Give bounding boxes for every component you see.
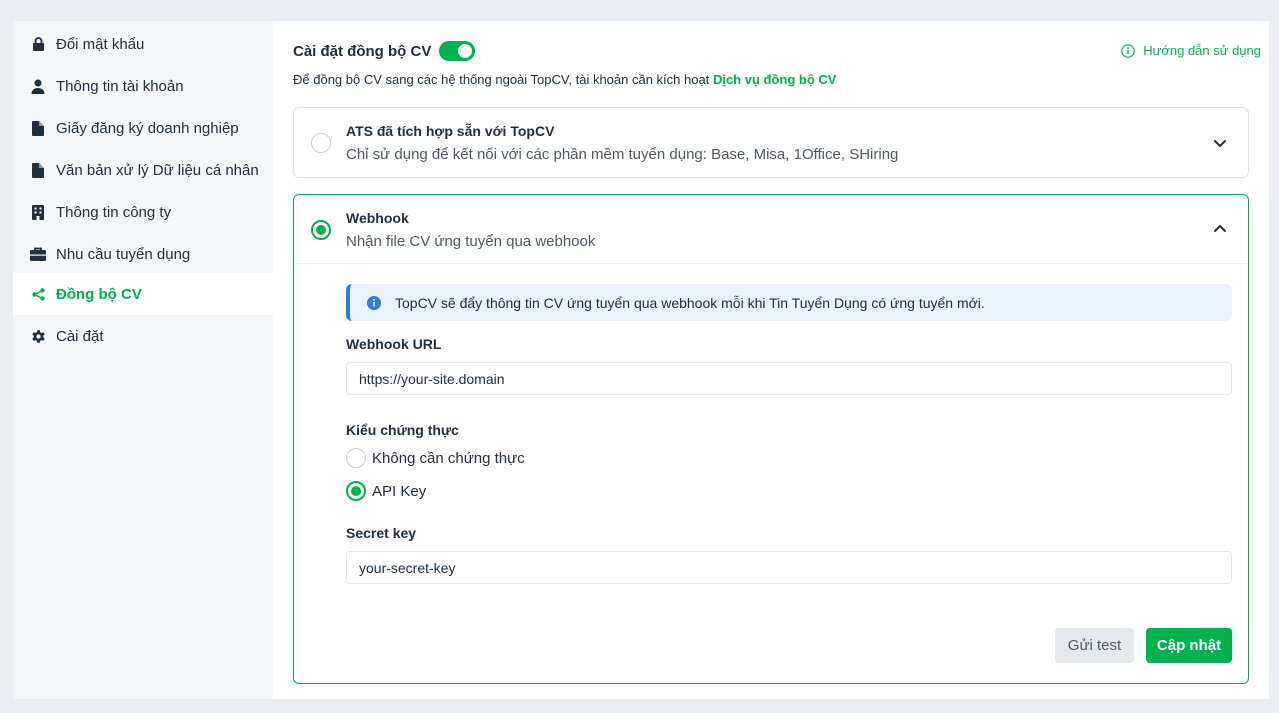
update-button[interactable]: Cập nhật: [1146, 628, 1232, 663]
guide-link-label: Hướng dẫn sử dụng: [1143, 43, 1261, 58]
share-icon: [30, 286, 46, 302]
sidebar-item-business-license[interactable]: Giấy đăng ký doanh nghiệp: [13, 107, 273, 149]
briefcase-icon: [30, 246, 46, 262]
info-icon: [367, 295, 381, 310]
auth-option-label: API Key: [372, 482, 427, 500]
auth-none-radio[interactable]: [346, 448, 366, 468]
auth-option-api-key[interactable]: API Key: [346, 481, 426, 501]
sidebar-item-recruitment-needs[interactable]: Nhu cầu tuyển dụng: [13, 233, 273, 275]
page-title-text: Cài đặt đồng bộ CV: [293, 42, 432, 60]
chevron-down-icon[interactable]: [1212, 135, 1228, 151]
webhook-option-card: Webhook Nhận file CV ứng tuyển qua webho…: [293, 194, 1249, 684]
guide-link[interactable]: Hướng dẫn sử dụng: [1121, 43, 1261, 58]
auth-api-key-radio[interactable]: [346, 481, 366, 501]
send-test-button[interactable]: Gửi test: [1055, 628, 1134, 663]
auth-option-none[interactable]: Không cần chứng thực: [346, 448, 525, 468]
ats-option-card[interactable]: ATS đã tích hợp sẵn với TopCV Chỉ sử dụn…: [293, 107, 1249, 178]
radio-dot: [316, 225, 326, 235]
main-panel: Cài đặt đồng bộ CV Hướng dẫn sử dụng Để …: [273, 21, 1269, 699]
file-icon: [30, 120, 46, 136]
sidebar-item-label: Văn bản xử lý Dữ liệu cá nhân: [56, 161, 259, 179]
ats-radio[interactable]: [311, 133, 331, 153]
sidebar-item-label: Giấy đăng ký doanh nghiệp: [56, 119, 239, 137]
user-icon: [30, 78, 46, 94]
lock-icon: [30, 36, 46, 52]
page-description: Để đồng bộ CV sang các hệ thống ngoài To…: [293, 72, 836, 87]
webhook-url-label: Webhook URL: [346, 336, 442, 352]
webhook-title: Webhook: [346, 210, 409, 226]
gear-icon: [30, 328, 46, 344]
webhook-url-input[interactable]: https://your-site.domain: [346, 362, 1232, 395]
info-alert-text: TopCV sẽ đẩy thông tin CV ứng tuyển qua …: [395, 294, 985, 311]
sidebar-item-label: Thông tin công ty: [56, 203, 172, 221]
secret-key-input[interactable]: your-secret-key: [346, 551, 1232, 584]
secret-key-label: Secret key: [346, 525, 417, 541]
webhook-radio[interactable]: [311, 220, 331, 240]
sidebar-item-label: Thông tin tài khoản: [56, 77, 184, 95]
ats-subtitle: Chỉ sử dụng để kết nối với các phần mềm …: [346, 146, 899, 163]
sidebar-item-label: Đổi mật khẩu: [56, 35, 145, 53]
radio-dot: [351, 486, 361, 496]
sidebar-item-cv-sync[interactable]: Đồng bộ CV: [13, 273, 273, 315]
info-circle-icon: [1121, 43, 1136, 58]
app-window: Đổi mật khẩu Thông tin tài khoản Giấy đă…: [13, 21, 1269, 699]
auth-option-label: Không cần chứng thực: [372, 449, 525, 467]
sidebar-item-label: Đồng bộ CV: [56, 285, 142, 303]
sidebar-item-settings[interactable]: Cài đặt: [13, 315, 273, 357]
page-description-text: Để đồng bộ CV sang các hệ thống ngoài To…: [293, 72, 710, 87]
sidebar: Đổi mật khẩu Thông tin tài khoản Giấy đă…: [13, 21, 273, 699]
page-title: Cài đặt đồng bộ CV: [293, 41, 476, 61]
sidebar-item-label: Nhu cầu tuyển dụng: [56, 245, 191, 263]
webhook-subtitle: Nhận file CV ứng tuyển qua webhook: [346, 233, 596, 250]
divider: [294, 263, 1248, 264]
sidebar-item-label: Cài đặt: [56, 327, 104, 345]
toggle-knob: [458, 44, 473, 58]
building-icon: [30, 204, 46, 220]
info-alert: TopCV sẽ đẩy thông tin CV ứng tuyển qua …: [346, 284, 1232, 321]
file-icon: [30, 162, 46, 178]
sidebar-item-company-info[interactable]: Thông tin công ty: [13, 191, 273, 233]
sync-toggle[interactable]: [439, 41, 476, 61]
sync-service-link[interactable]: Dịch vụ đồng bộ CV: [713, 72, 837, 87]
auth-type-label: Kiểu chứng thực: [346, 422, 459, 438]
sidebar-item-change-password[interactable]: Đổi mật khẩu: [13, 23, 273, 65]
ats-title: ATS đã tích hợp sẵn với TopCV: [346, 123, 555, 139]
chevron-up-icon[interactable]: [1212, 220, 1228, 236]
sidebar-item-personal-data[interactable]: Văn bản xử lý Dữ liệu cá nhân: [13, 149, 273, 191]
sidebar-item-account-info[interactable]: Thông tin tài khoản: [13, 65, 273, 107]
